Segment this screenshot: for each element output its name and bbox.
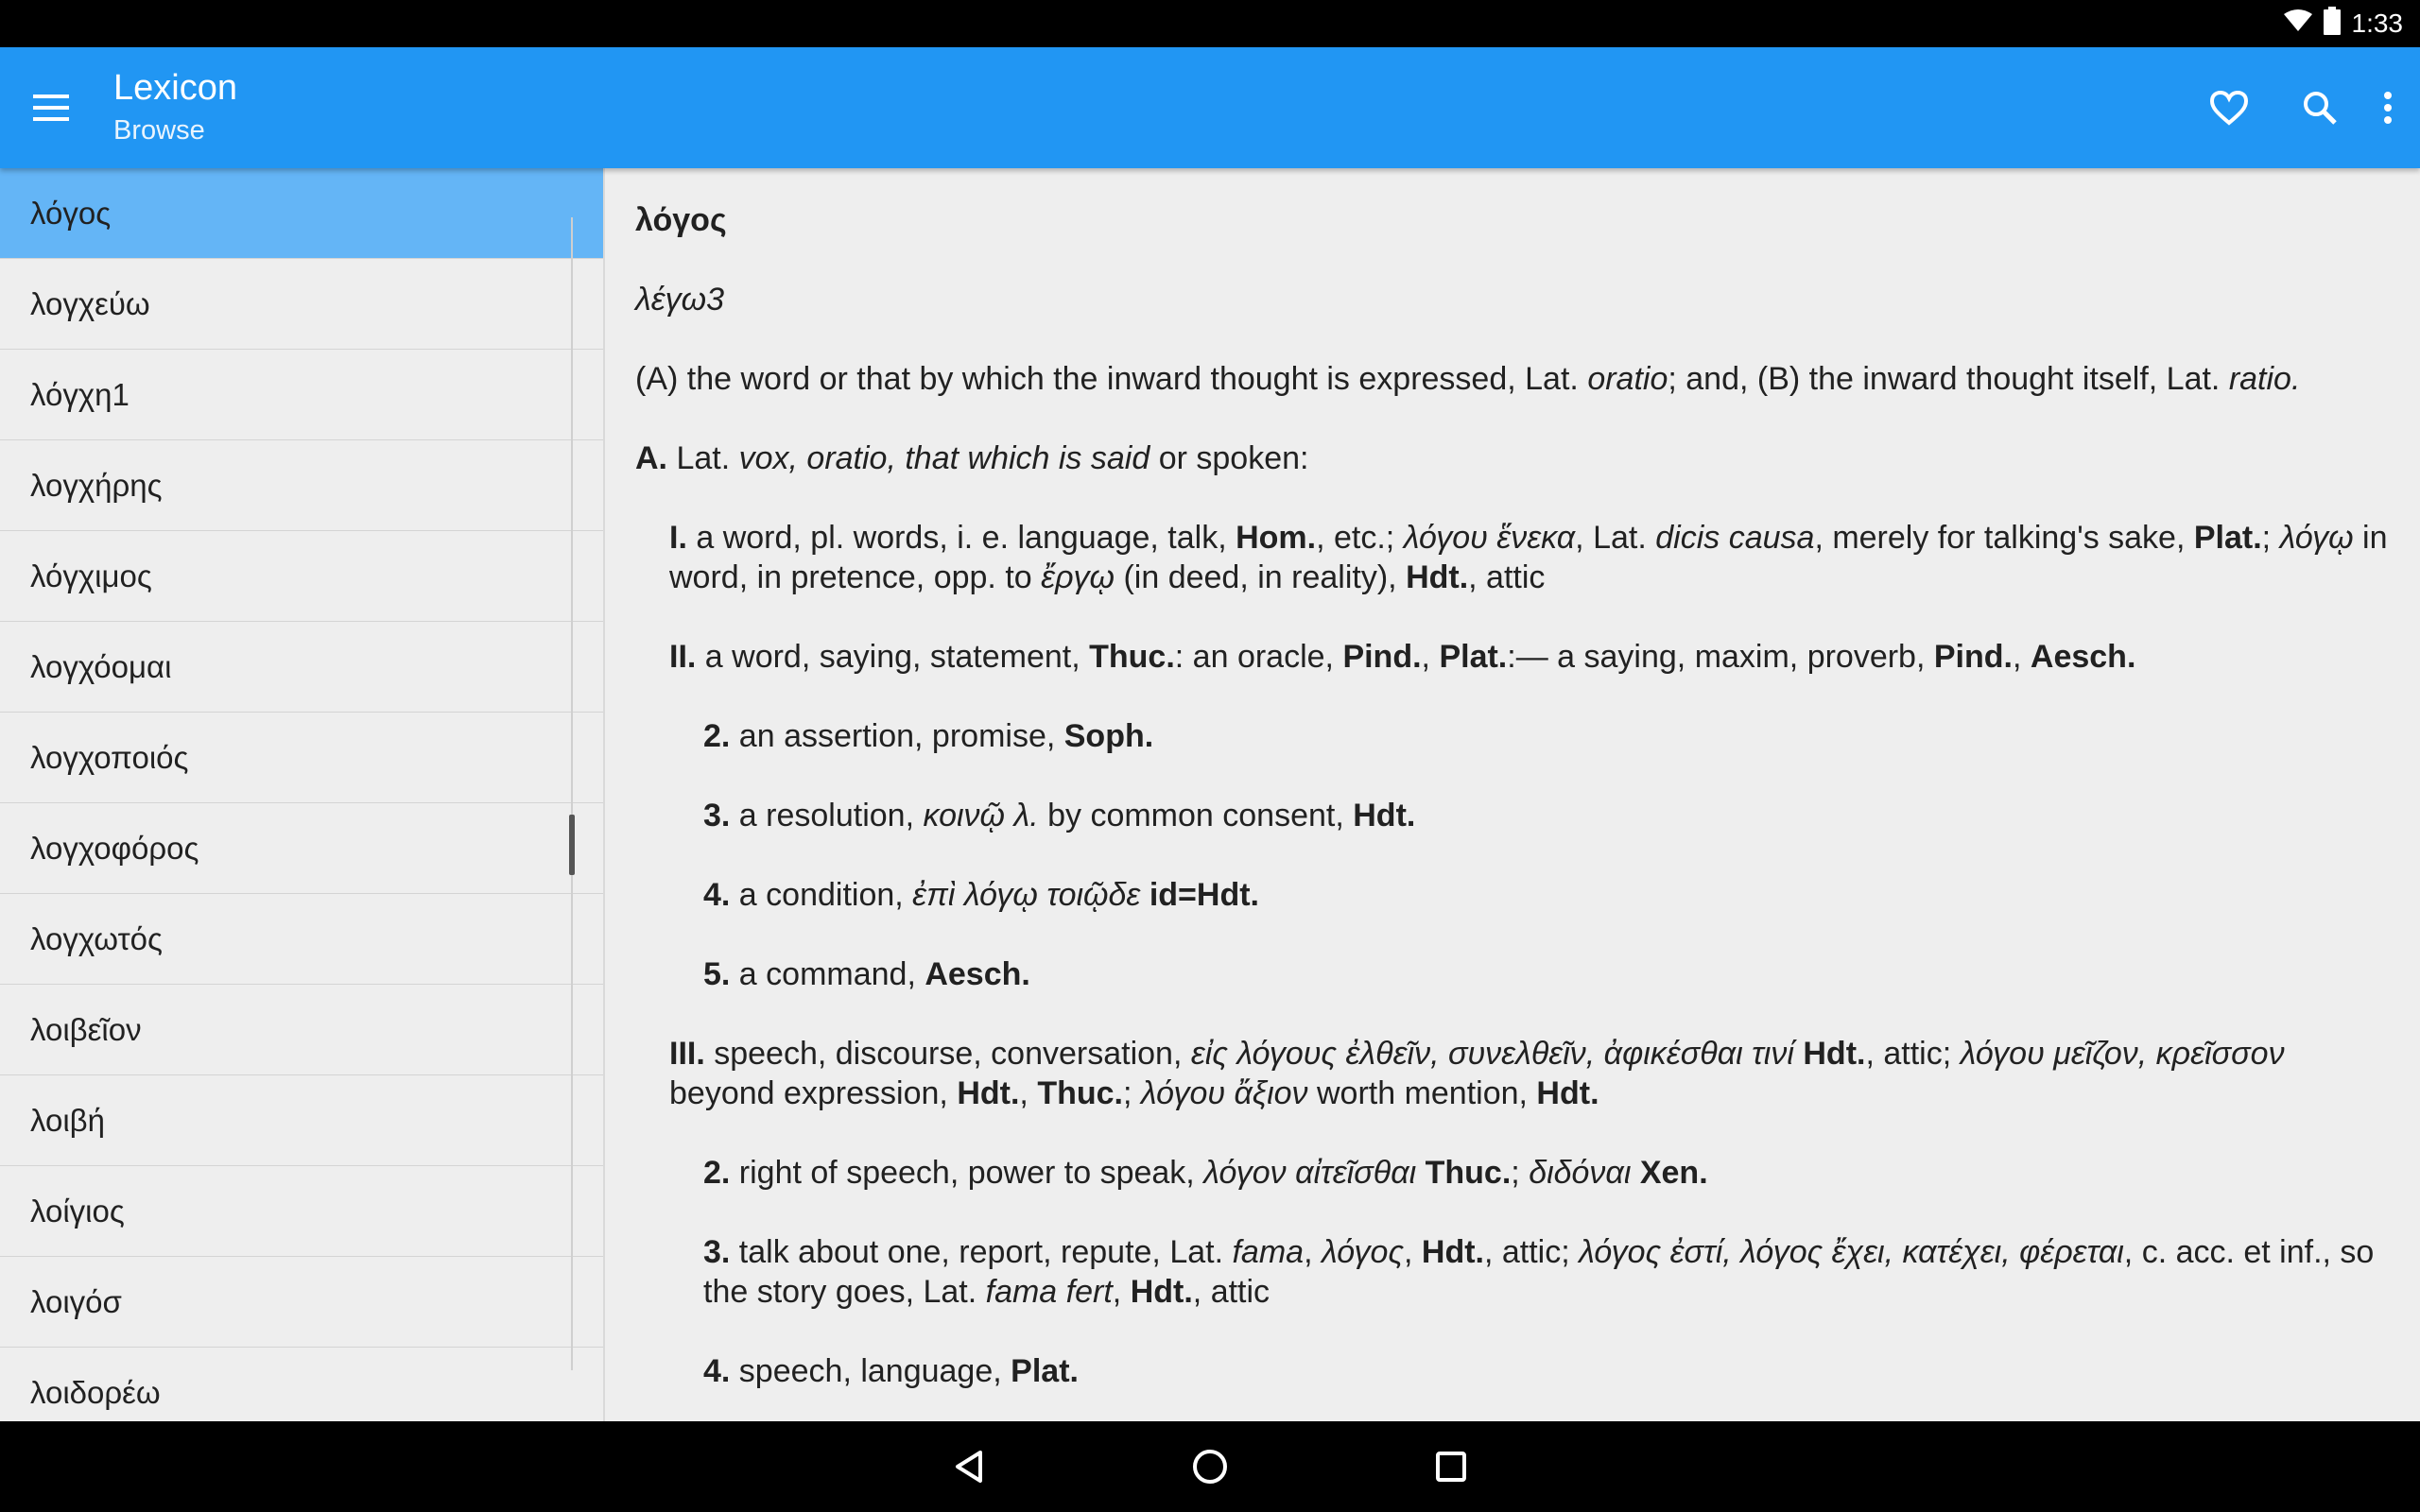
word-list-item[interactable]: λόγχη1 [0,350,603,440]
word-list-item[interactable]: λογχοφόρος [0,803,603,894]
search-icon[interactable] [2291,79,2348,136]
entry-summary: (A) the word or that by which the inward… [635,361,2301,397]
scrollbar-track[interactable] [571,217,573,1370]
wifi-icon [2283,9,2312,39]
sense-I: I. a word, pl. words, i. e. language, ta… [669,520,2388,595]
app-bar: Lexicon Browse [0,47,2420,168]
app-bar-actions [2167,79,2420,136]
word-list-item-selected[interactable]: λόγος [0,168,603,259]
entry-etymology: λέγω3 [635,282,725,318]
scrollbar-thumb[interactable] [569,815,575,875]
entry-headword: λόγος [635,202,727,238]
word-list-item[interactable]: λογχόομαι [0,622,603,713]
word-list-item[interactable]: λόγχιμος [0,531,603,622]
navigation-bar [0,1421,2420,1512]
word-list-item[interactable]: λοιβεῖον [0,985,603,1075]
home-icon[interactable] [1182,1438,1238,1495]
sense-III: III. speech, discourse, conversation, εἰ… [669,1036,2285,1111]
word-list-item[interactable]: λογχοποιός [0,713,603,803]
status-icons: 1:33 [2283,0,2404,47]
menu-icon[interactable] [23,79,79,136]
app-titles: Lexicon Browse [113,64,237,149]
word-list-item[interactable]: λογχήρης [0,440,603,531]
clock: 1:33 [2351,9,2404,38]
sense-III-4: 4. speech, language, Plat. [703,1353,1079,1389]
word-list-item[interactable]: λοιβή [0,1075,603,1166]
sense-II-5: 5. a command, Aesch. [703,956,1030,992]
app-title: Lexicon [113,68,237,108]
sense-II-2: 2. an assertion, promise, Soph. [703,718,1154,754]
status-bar: 1:33 [0,0,2420,47]
word-list-item[interactable]: λογχεύω [0,259,603,350]
battery-icon [2323,6,2341,42]
heart-icon[interactable] [2201,79,2257,136]
recents-icon[interactable] [1423,1438,1479,1495]
word-list-item[interactable]: λοιγόσ [0,1257,603,1348]
entry-body: λόγος λέγω3 (A) the word or that by whic… [605,168,2420,1391]
sense-II-4: 4. a condition, ἐπὶ λόγῳ τοιῷδε id=Hdt. [703,877,1259,913]
word-list-item[interactable]: λογχωτός [0,894,603,985]
back-icon[interactable] [941,1438,997,1495]
more-vert-icon[interactable] [2369,79,2407,136]
sense-II: II. a word, saying, statement, Thuc.: an… [669,639,2136,675]
sense-III-2: 2. right of speech, power to speak, λόγο… [703,1155,1708,1191]
sense-III-3: 3. talk about one, report, repute, Lat. … [703,1234,2375,1310]
word-list-item[interactable]: λοίγιος [0,1166,603,1257]
sense-II-3: 3. a resolution, κοινῷ λ. by common cons… [703,798,1416,833]
app-subtitle: Browse [113,115,205,146]
entry-panel[interactable]: λόγος λέγω3 (A) the word or that by whic… [605,168,2420,1421]
word-list[interactable]: λόγος λογχεύω λόγχη1 λογχήρης λόγχιμος λ… [0,168,605,1421]
sense-A: A. Lat. vox, oratio, that which is said … [635,440,1309,476]
word-list-item[interactable]: λοιδορέω [0,1348,603,1421]
